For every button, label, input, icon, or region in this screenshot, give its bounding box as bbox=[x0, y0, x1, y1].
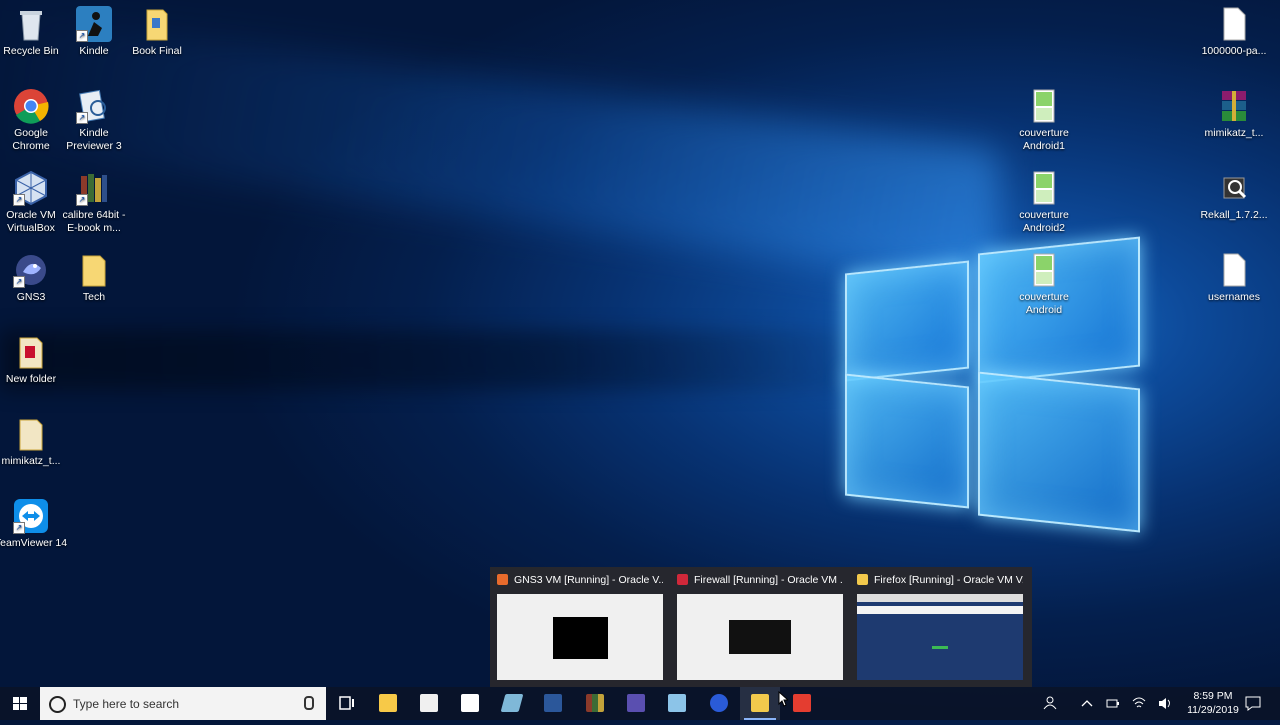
search-placeholder: Type here to search bbox=[73, 697, 180, 711]
desktop-icon-new-folder[interactable]: New folder bbox=[0, 330, 68, 386]
kindle-icon: ↗ bbox=[76, 6, 112, 42]
desktop-icon-mimikatz-folder[interactable]: mimikatz_t... bbox=[0, 412, 68, 468]
desktop-icon-mimikatz-archive[interactable]: mimikatz_t... bbox=[1197, 84, 1271, 140]
thumbnail-gns3-vm[interactable]: GNS3 VM [Running] - Oracle V... bbox=[490, 567, 668, 687]
people-icon bbox=[1043, 696, 1057, 710]
search-box[interactable]: Type here to search bbox=[40, 687, 326, 720]
speaker-icon bbox=[1159, 698, 1170, 709]
mouse-cursor-icon bbox=[778, 691, 788, 707]
kindle-previewer-icon bbox=[668, 694, 686, 712]
folder-icon bbox=[13, 416, 49, 452]
file-explorer-icon bbox=[379, 694, 397, 712]
virtualbox-icon bbox=[751, 694, 769, 712]
taskbar-store[interactable] bbox=[409, 687, 449, 720]
calibre-icon bbox=[586, 694, 604, 712]
windows-start-icon bbox=[13, 697, 27, 710]
recycle-bin-icon bbox=[13, 6, 49, 42]
desktop-icon-rekall[interactable]: Rekall_1.7.2... bbox=[1197, 166, 1271, 222]
teamviewer-icon: ↗ bbox=[13, 498, 49, 534]
app-icon bbox=[500, 694, 524, 712]
battery-button[interactable] bbox=[1104, 687, 1122, 720]
app-icon bbox=[793, 694, 811, 712]
desktop-icon-couverture-android[interactable]: couverture Android bbox=[1007, 248, 1081, 317]
calibre-icon: ↗ bbox=[76, 170, 112, 206]
taskbar-mail[interactable] bbox=[450, 687, 490, 720]
taskbar: Type here to search 8:59 PM 11/29/2019 bbox=[0, 687, 1280, 720]
taskbar-app-1[interactable] bbox=[492, 687, 532, 720]
kindle-previewer-icon: ↗ bbox=[76, 88, 112, 124]
action-center-button[interactable] bbox=[1242, 687, 1264, 720]
mail-icon bbox=[461, 694, 479, 712]
task-view-icon bbox=[339, 696, 354, 710]
text-file-icon bbox=[1216, 252, 1252, 288]
virtualbox-icon bbox=[677, 574, 688, 585]
folder-icon bbox=[139, 6, 175, 42]
volume-button[interactable] bbox=[1156, 687, 1174, 720]
gns3-icon: ↗ bbox=[13, 252, 49, 288]
virtualbox-icon bbox=[497, 574, 508, 585]
image-file-icon bbox=[1026, 170, 1062, 206]
desktop-icon-couverture-android1[interactable]: couverture Android1 bbox=[1007, 84, 1081, 153]
taskbar-app-3[interactable] bbox=[782, 687, 822, 720]
desktop-icon-1000000-passwords[interactable]: 1000000-pa... bbox=[1197, 2, 1271, 58]
clock-time: 8:59 PM bbox=[1193, 690, 1233, 702]
desktop-icon-calibre[interactable]: ↗ calibre 64bit - E-book m... bbox=[57, 166, 131, 235]
show-hidden-icons-button[interactable] bbox=[1078, 687, 1096, 720]
task-view-button[interactable] bbox=[326, 687, 366, 720]
thumbnail-firefox-vm[interactable]: Firefox [Running] - Oracle VM V... bbox=[850, 567, 1028, 687]
clock-date: 11/29/2019 bbox=[1187, 704, 1239, 716]
chrome-icon bbox=[13, 88, 49, 124]
chevron-up-icon bbox=[1081, 700, 1093, 707]
thumbnail-firewall-vm[interactable]: Firewall [Running] - Oracle VM ... bbox=[670, 567, 848, 687]
rekall-icon bbox=[1216, 170, 1252, 206]
thumbnail-preview bbox=[497, 594, 663, 680]
desktop-icon-usernames[interactable]: usernames bbox=[1197, 248, 1271, 304]
notification-icon bbox=[1245, 696, 1261, 711]
winrar-icon bbox=[1216, 88, 1252, 124]
start-button[interactable] bbox=[0, 687, 40, 720]
taskbar-gns3[interactable] bbox=[699, 687, 739, 720]
image-file-icon bbox=[1026, 252, 1062, 288]
text-file-icon bbox=[1216, 6, 1252, 42]
taskbar-app-2[interactable] bbox=[616, 687, 656, 720]
wallpaper-shadow bbox=[0, 330, 900, 390]
store-icon bbox=[420, 694, 438, 712]
app-icon bbox=[627, 694, 645, 712]
virtualbox-icon: ↗ bbox=[13, 170, 49, 206]
windows-logo-wallpaper bbox=[840, 225, 1140, 533]
microphone-icon[interactable] bbox=[304, 696, 314, 710]
folder-icon bbox=[13, 334, 49, 370]
taskbar-kindle-previewer[interactable] bbox=[657, 687, 697, 720]
thumbnail-preview bbox=[677, 594, 843, 680]
folder-icon bbox=[76, 252, 112, 288]
taskbar-file-explorer[interactable] bbox=[368, 687, 408, 720]
people-button[interactable] bbox=[1040, 687, 1060, 720]
taskbar-virtualbox[interactable] bbox=[740, 687, 780, 720]
desktop-icon-teamviewer[interactable]: ↗ TeamViewer 14 bbox=[0, 494, 68, 550]
desktop-icon-kindle-previewer[interactable]: ↗ Kindle Previewer 3 bbox=[57, 84, 131, 153]
battery-icon bbox=[1106, 699, 1119, 708]
wifi-icon bbox=[1132, 697, 1146, 708]
word-icon bbox=[544, 694, 562, 712]
image-file-icon bbox=[1026, 88, 1062, 124]
desktop-icon-tech[interactable]: Tech bbox=[57, 248, 131, 304]
desktop-icon-couverture-android2[interactable]: couverture Android2 bbox=[1007, 166, 1081, 235]
thumbnail-preview bbox=[857, 594, 1023, 680]
taskbar-calibre[interactable] bbox=[575, 687, 615, 720]
cortana-icon bbox=[49, 696, 66, 713]
desktop-icon-book-final[interactable]: Book Final bbox=[120, 2, 194, 58]
taskbar-word[interactable] bbox=[533, 687, 573, 720]
network-button[interactable] bbox=[1130, 687, 1148, 720]
taskbar-thumbnail-popup: GNS3 VM [Running] - Oracle V... Firewall… bbox=[490, 567, 1032, 687]
clock[interactable]: 8:59 PM 11/29/2019 bbox=[1180, 689, 1246, 717]
virtualbox-icon bbox=[857, 574, 868, 585]
gns3-icon bbox=[710, 694, 728, 712]
